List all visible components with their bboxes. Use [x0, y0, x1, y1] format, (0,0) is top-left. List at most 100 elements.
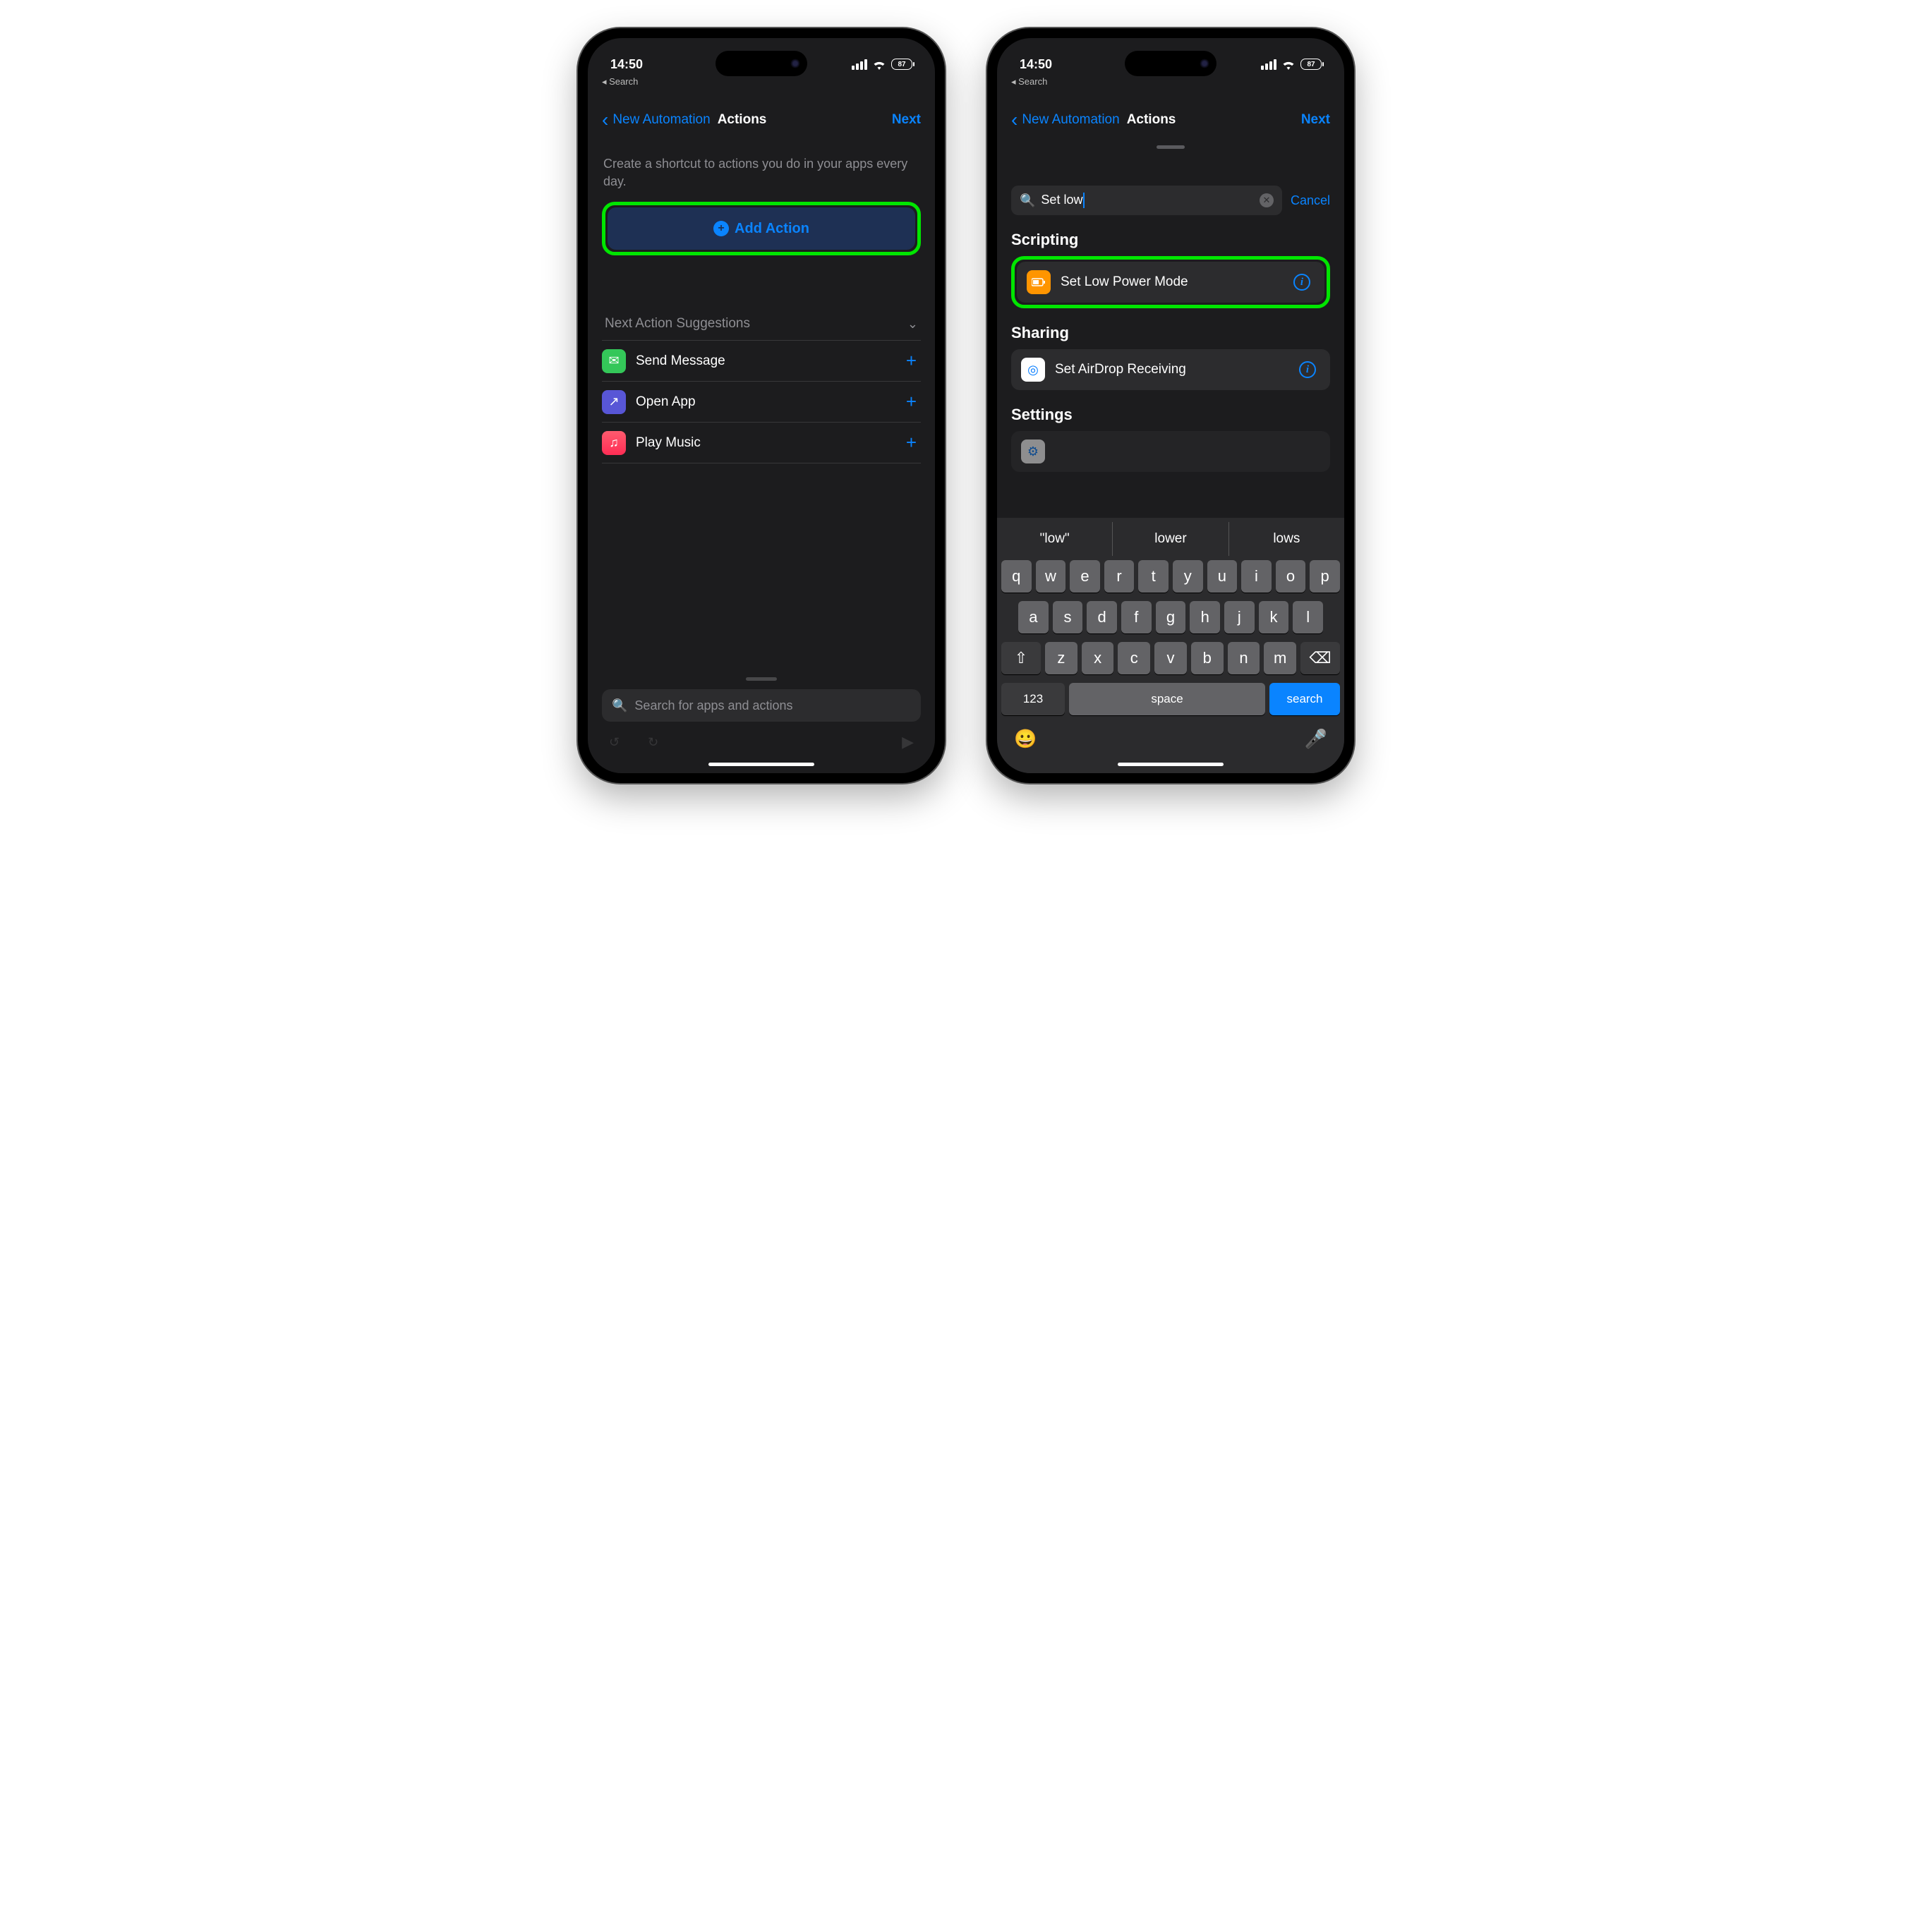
- info-icon[interactable]: i: [1299, 361, 1316, 378]
- key-z[interactable]: z: [1045, 642, 1077, 674]
- key-p[interactable]: p: [1310, 560, 1340, 593]
- key-q[interactable]: q: [1001, 560, 1032, 593]
- redo-icon[interactable]: ↻: [648, 735, 658, 750]
- result-label: Set Low Power Mode: [1061, 274, 1284, 290]
- breadcrumb-search[interactable]: Search: [588, 76, 935, 87]
- status-time: 14:50: [610, 57, 643, 72]
- home-indicator[interactable]: [1118, 763, 1224, 766]
- gear-icon: ⚙︎: [1021, 439, 1045, 463]
- sheet-grabber[interactable]: [1157, 145, 1185, 149]
- sheet-handle[interactable]: [746, 677, 777, 681]
- battery-icon: [1027, 270, 1051, 294]
- result-label: Set AirDrop Receiving: [1055, 362, 1289, 377]
- screen-title: Actions: [718, 112, 767, 128]
- next-button[interactable]: Next: [1301, 112, 1330, 128]
- clear-icon[interactable]: ✕: [1260, 193, 1274, 207]
- key-f[interactable]: f: [1121, 601, 1152, 633]
- key-k[interactable]: k: [1259, 601, 1289, 633]
- search-key[interactable]: search: [1269, 683, 1340, 715]
- prediction-2[interactable]: lower: [1112, 522, 1228, 556]
- next-button[interactable]: Next: [892, 112, 921, 128]
- key-r[interactable]: r: [1104, 560, 1135, 593]
- key-j[interactable]: j: [1224, 601, 1255, 633]
- result-set-airdrop[interactable]: ◎ Set AirDrop Receiving i: [1011, 349, 1330, 390]
- search-icon: 🔍: [1020, 193, 1035, 208]
- key-e[interactable]: e: [1070, 560, 1100, 593]
- key-a[interactable]: a: [1018, 601, 1049, 633]
- prediction-3[interactable]: lows: [1229, 522, 1344, 556]
- numbers-key[interactable]: 123: [1001, 683, 1065, 715]
- suggestion-label: Open App: [636, 394, 896, 410]
- section-scripting: Scripting: [997, 215, 1344, 256]
- breadcrumb-search[interactable]: Search: [997, 76, 1344, 87]
- nav-bar: ‹ New Automation Actions Next: [588, 87, 935, 141]
- result-set-low-power-mode[interactable]: Set Low Power Mode i: [1017, 262, 1324, 303]
- key-c[interactable]: c: [1118, 642, 1150, 674]
- open-app-icon: ↗: [602, 390, 626, 414]
- add-action-button[interactable]: + Add Action: [608, 207, 915, 250]
- music-icon: ♫: [602, 431, 626, 455]
- key-m[interactable]: m: [1264, 642, 1296, 674]
- intro-text: Create a shortcut to actions you do in y…: [602, 141, 921, 202]
- key-o[interactable]: o: [1276, 560, 1306, 593]
- battery-icon: 87: [891, 59, 912, 70]
- add-icon[interactable]: +: [906, 391, 921, 413]
- plus-circle-icon: +: [713, 221, 729, 236]
- key-x[interactable]: x: [1082, 642, 1114, 674]
- cancel-button[interactable]: Cancel: [1291, 193, 1330, 208]
- key-u[interactable]: u: [1207, 560, 1238, 593]
- search-input[interactable]: 🔍 Set low ✕: [1011, 186, 1282, 215]
- chevron-down-icon: ⌄: [907, 317, 918, 332]
- messages-icon: ✉︎: [602, 349, 626, 373]
- key-d[interactable]: d: [1087, 601, 1117, 633]
- backspace-key[interactable]: ⌫: [1300, 642, 1340, 674]
- battery-icon: 87: [1300, 59, 1322, 70]
- run-icon[interactable]: ▶: [902, 733, 914, 751]
- dynamic-island: [1125, 51, 1216, 76]
- search-value: Set low: [1041, 193, 1085, 208]
- add-action-label: Add Action: [735, 221, 809, 237]
- back-chevron-icon[interactable]: ‹: [1011, 109, 1018, 131]
- search-icon: 🔍: [612, 698, 627, 713]
- dictation-key[interactable]: 🎤: [1305, 728, 1327, 750]
- add-icon[interactable]: +: [906, 350, 921, 372]
- status-time: 14:50: [1020, 57, 1052, 72]
- section-settings: Settings: [997, 390, 1344, 431]
- suggestions-toggle[interactable]: Next Action Suggestions ⌄: [602, 312, 921, 340]
- key-i[interactable]: i: [1241, 560, 1272, 593]
- key-g[interactable]: g: [1156, 601, 1186, 633]
- key-y[interactable]: y: [1173, 560, 1203, 593]
- screen-title: Actions: [1127, 112, 1176, 128]
- suggestion-label: Send Message: [636, 353, 896, 369]
- shift-key[interactable]: ⇧: [1001, 642, 1041, 674]
- key-w[interactable]: w: [1036, 560, 1066, 593]
- key-l[interactable]: l: [1293, 601, 1323, 633]
- back-button[interactable]: New Automation: [612, 112, 710, 128]
- result-settings-partial[interactable]: ⚙︎: [1011, 431, 1330, 472]
- iphone-right: 14:50 87 Search ‹ New Automation Actions…: [987, 28, 1354, 783]
- key-n[interactable]: n: [1228, 642, 1260, 674]
- space-key[interactable]: space: [1069, 683, 1265, 715]
- back-chevron-icon[interactable]: ‹: [602, 109, 608, 131]
- home-indicator[interactable]: [708, 763, 814, 766]
- key-h[interactable]: h: [1190, 601, 1220, 633]
- suggestion-open-app[interactable]: ↗ Open App +: [602, 381, 921, 422]
- key-s[interactable]: s: [1053, 601, 1083, 633]
- highlight-add-action: + Add Action: [602, 202, 921, 255]
- back-button[interactable]: New Automation: [1022, 112, 1119, 128]
- highlight-low-power: Set Low Power Mode i: [1011, 256, 1330, 308]
- key-v[interactable]: v: [1154, 642, 1187, 674]
- search-field[interactable]: 🔍 Search for apps and actions: [602, 689, 921, 722]
- prediction-1[interactable]: "low": [997, 522, 1112, 556]
- emoji-key[interactable]: 😀: [1014, 728, 1037, 750]
- toolbar: ↺ ↻ ▶: [588, 722, 935, 757]
- info-icon[interactable]: i: [1293, 274, 1310, 291]
- suggestion-play-music[interactable]: ♫ Play Music +: [602, 422, 921, 463]
- key-t[interactable]: t: [1138, 560, 1169, 593]
- cell-signal-icon: [1261, 59, 1276, 70]
- suggestions-header: Next Action Suggestions: [605, 316, 750, 332]
- key-b[interactable]: b: [1191, 642, 1224, 674]
- add-icon[interactable]: +: [906, 432, 921, 454]
- undo-icon[interactable]: ↺: [609, 735, 620, 750]
- suggestion-send-message[interactable]: ✉︎ Send Message +: [602, 340, 921, 381]
